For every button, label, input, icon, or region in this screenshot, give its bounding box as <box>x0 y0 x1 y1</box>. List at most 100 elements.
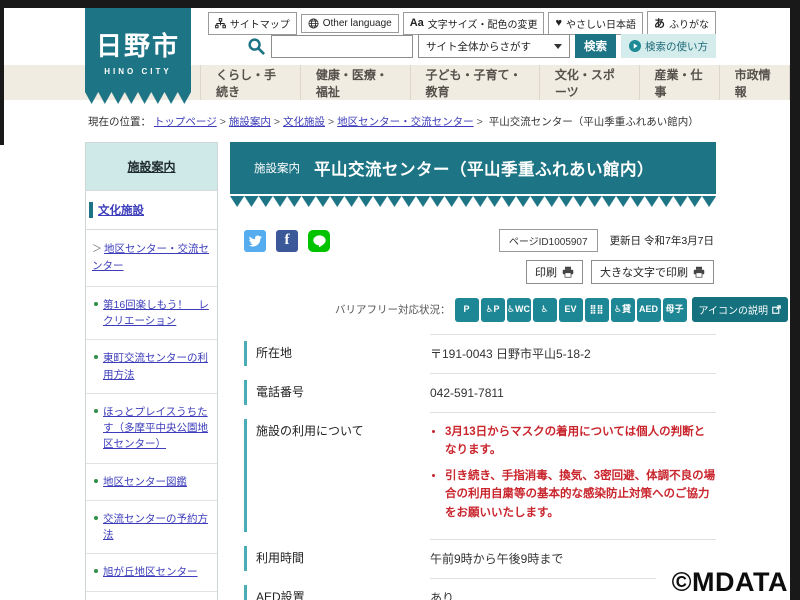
breadcrumb-separator: > <box>325 116 337 128</box>
easy-japanese-button[interactable]: ♥ やさしい日本語 <box>548 12 643 35</box>
tactile-paving-icon[interactable]: ⣿⣿ <box>585 298 609 322</box>
globe-icon <box>308 18 319 29</box>
page-title-banner: 施設案内 平山交流センター（平山季重ふれあい館内） <box>230 142 716 194</box>
print-large-button[interactable]: 大きな文字で印刷 <box>591 260 714 284</box>
sidebar-subcategory: ＞地区センター・交流センター <box>86 229 217 286</box>
sidebar-item: 東町交流センターの利用方法 <box>86 339 217 393</box>
search-scope-select[interactable]: サイト全体からさがす <box>418 34 570 58</box>
detail-label: 電話番号 <box>244 373 430 412</box>
line-icon[interactable] <box>308 230 330 252</box>
breadcrumb-link[interactable]: トップページ <box>154 116 217 128</box>
play-circle-icon <box>629 40 641 52</box>
sidebar-item-link[interactable]: 地区センター図鑑 <box>103 476 187 488</box>
nursing-room-icon[interactable]: 母子 <box>663 298 687 322</box>
breadcrumb-link[interactable]: 施設案内 <box>229 116 271 128</box>
search-help-link[interactable]: 検索の使い方 <box>621 34 716 58</box>
barrier-free-icons: P♿P♿WC♿EV⣿⣿♿貸AED母子 <box>455 298 687 322</box>
page: サイトマップ Other language Aa 文字サイズ・配色の変更 ♥ や… <box>0 0 800 600</box>
barrier-free-label: バリアフリー対応状況： <box>335 302 451 317</box>
logo-subtitle: HINO CITY <box>85 67 191 76</box>
right-frame-strip <box>790 0 800 600</box>
sitemap-button[interactable]: サイトマップ <box>208 12 297 35</box>
print-row: 印刷 大きな文字で印刷 <box>230 260 716 284</box>
wheelchair-rental-icon[interactable]: ♿貸 <box>611 298 635 322</box>
barrier-free-row: バリアフリー対応状況： P♿P♿WC♿EV⣿⣿♿貸AED母子 アイコンの説明 <box>230 297 716 322</box>
sidebar-category-link[interactable]: 文化施設 <box>98 205 144 217</box>
details-table: 所在地〒191-0043 日野市平山5-18-2電話番号042-591-7811… <box>230 334 716 600</box>
search-help-label: 検索の使い方 <box>645 39 708 54</box>
sidebar-item-link[interactable]: 東町交流センターの利用方法 <box>103 352 208 380</box>
detail-row: 施設の利用について3月13日からマスクの着用については個人の判断となります。引き… <box>244 412 716 539</box>
text-size-button[interactable]: Aa 文字サイズ・配色の変更 <box>403 12 545 35</box>
print-large-label: 大きな文字で印刷 <box>600 264 688 280</box>
accessible-parking-icon[interactable]: ♿P <box>481 298 505 322</box>
furigana-button[interactable]: あ ふりがな <box>647 11 716 35</box>
sitemap-icon <box>215 18 226 29</box>
top-frame-strip <box>0 0 800 8</box>
nav-item[interactable]: 産業・仕事 <box>639 65 719 100</box>
breadcrumb-link[interactable]: 文化施設 <box>283 116 325 128</box>
notice-item: 3月13日からマスクの着用については個人の判断となります。 <box>445 423 716 460</box>
updated-date: 更新日 令和7年3月7日 <box>610 233 714 248</box>
heart-icon: ♥ <box>555 17 562 29</box>
slope-icon[interactable]: ♿ <box>533 298 557 322</box>
sidebar-item: 第16回楽しもう！ レクリエーション <box>86 286 217 340</box>
detail-row: 所在地〒191-0043 日野市平山5-18-2 <box>244 334 716 373</box>
nav-item[interactable]: くらし・手続き <box>200 65 300 100</box>
nav-item[interactable]: 子ども・子育て・教育 <box>410 65 539 100</box>
other-language-button[interactable]: Other language <box>301 14 399 33</box>
sitemap-label: サイトマップ <box>230 16 290 31</box>
search-scope-value: サイト全体からさがす <box>426 39 531 54</box>
main-content: 施設案内 平山交流センター（平山季重ふれあい館内） f ページID1005907… <box>230 142 716 600</box>
site-logo[interactable]: 日野市 HINO CITY <box>85 8 191 92</box>
nav-item[interactable]: 文化・スポーツ <box>539 65 639 100</box>
printer-icon <box>693 266 705 278</box>
easy-japanese-label: やさしい日本語 <box>566 16 636 31</box>
text-size-icon: Aa <box>410 17 424 29</box>
aed-icon[interactable]: AED <box>637 298 661 322</box>
print-label: 印刷 <box>535 264 557 280</box>
page-title: 平山交流センター（平山季重ふれあい館内） <box>314 156 654 180</box>
nav-item[interactable]: 市政情報 <box>719 65 790 100</box>
detail-value: 3月13日からマスクの着用については個人の判断となります。引き続き、手指消毒、換… <box>430 412 716 539</box>
nav-item[interactable]: 健康・医療・福祉 <box>300 65 410 100</box>
notice-item: 引き続き、手指消毒、換気、3密回避、体調不良の場合の利用自粛等の基本的な感染防止… <box>445 467 716 522</box>
notice-list: 3月13日からマスクの着用については個人の判断となります。引き続き、手指消毒、換… <box>445 423 716 522</box>
furigana-label: ふりがな <box>669 16 709 31</box>
breadcrumb-separator: > <box>474 116 486 128</box>
sidebar-item: ほっとプレイスうちたす（多摩平中央公園地区センター） <box>86 393 217 463</box>
search-button[interactable]: 検索 <box>575 34 616 58</box>
printer-icon <box>562 266 574 278</box>
accessible-toilet-icon[interactable]: ♿WC <box>507 298 531 322</box>
detail-label: 施設の利用について <box>244 412 430 539</box>
meta-row: f ページID1005907 更新日 令和7年3月7日 <box>230 229 716 252</box>
breadcrumb-link[interactable]: 地区センター・交流センター <box>337 116 474 128</box>
search-input[interactable] <box>271 35 413 58</box>
detail-row: 電話番号042-591-7811 <box>244 373 716 412</box>
sidebar-list: 第16回楽しもう！ レクリエーション東町交流センターの利用方法ほっとプレイスうち… <box>86 286 217 600</box>
detail-value: 〒191-0043 日野市平山5-18-2 <box>430 334 716 373</box>
sidebar-item-link[interactable]: 第16回楽しもう！ レクリエーション <box>103 299 209 327</box>
detail-row: AED設置あり <box>244 578 716 600</box>
sidebar-item-link[interactable]: ほっとプレイスうちたす（多摩平中央公園地区センター） <box>103 406 208 451</box>
print-button[interactable]: 印刷 <box>526 260 583 284</box>
banner-category: 施設案内 <box>254 160 300 176</box>
detail-row: 利用時間午前9時から午後9時まで <box>244 539 716 578</box>
logo-zigzag <box>85 92 191 104</box>
sidebar-item-link[interactable]: 交流センターの予約方法 <box>103 513 208 541</box>
meta-right: ページID1005907 更新日 令和7年3月7日 <box>499 229 714 252</box>
icon-help-button[interactable]: アイコンの説明 <box>692 297 789 322</box>
elevator-icon[interactable]: EV <box>559 298 583 322</box>
sidebar-item-link[interactable]: 旭が丘地区センター <box>103 566 198 578</box>
sidebar-subcategory-link[interactable]: 地区センター・交流センター <box>92 243 209 272</box>
twitter-icon[interactable] <box>244 230 266 252</box>
breadcrumb-separator: > <box>217 116 229 128</box>
banner-zigzag <box>230 196 716 207</box>
furigana-icon: あ <box>654 15 665 31</box>
search-bar: サイト全体からさがす 検索 検索の使い方 <box>247 34 716 58</box>
breadcrumb-current: 平山交流センター（平山季重ふれあい館内） <box>489 116 699 128</box>
parking-icon[interactable]: P <box>455 298 479 322</box>
facebook-icon[interactable]: f <box>276 230 298 252</box>
sidebar-header-link[interactable]: 施設案内 <box>86 143 217 190</box>
chevron-down-icon <box>554 44 562 49</box>
